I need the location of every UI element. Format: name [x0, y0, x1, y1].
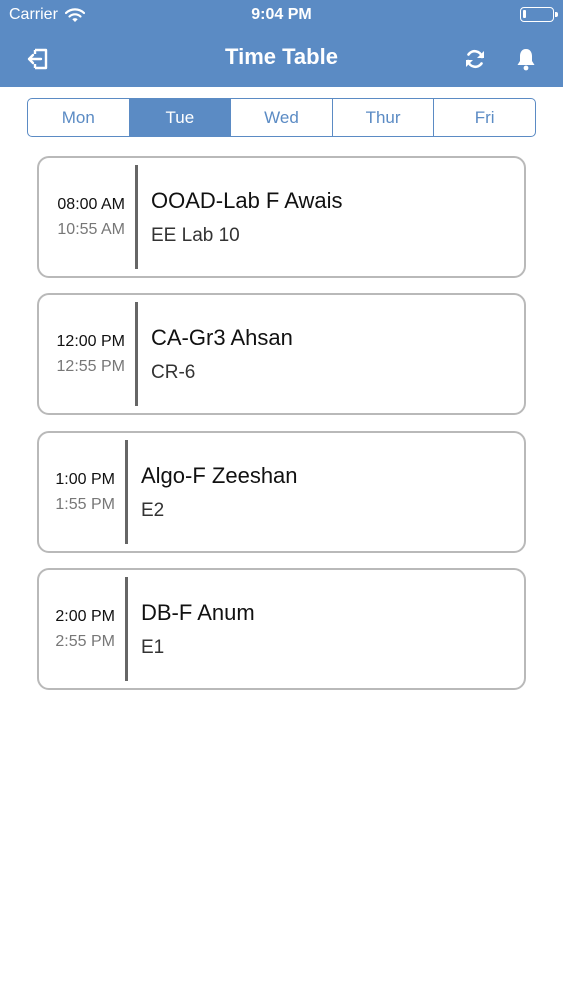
class-time-range: 12:00 PM 12:55 PM: [39, 295, 125, 413]
day-tab-thur[interactable]: Thur: [333, 99, 435, 136]
class-card[interactable]: 08:00 AM 10:55 AM OOAD-Lab F Awais EE La…: [37, 156, 526, 278]
notifications-button[interactable]: [511, 44, 541, 74]
refresh-icon: [466, 49, 484, 69]
day-tab-mon[interactable]: Mon: [28, 99, 130, 136]
class-end-time: 1:55 PM: [55, 495, 115, 513]
class-room: CR-6: [151, 362, 196, 383]
class-start-time: 12:00 PM: [56, 332, 125, 350]
card-divider: [135, 302, 138, 406]
class-room: E1: [141, 637, 165, 658]
class-card[interactable]: 12:00 PM 12:55 PM CA-Gr3 Ahsan CR-6: [37, 293, 526, 415]
bell-icon: [517, 49, 535, 71]
class-course-name: CA-Gr3 Ahsan: [151, 325, 293, 350]
class-course-name: DB-F Anum: [141, 600, 255, 625]
card-divider: [125, 440, 128, 544]
class-card[interactable]: 2:00 PM 2:55 PM DB-F Anum E1: [37, 568, 526, 690]
day-tab-fri[interactable]: Fri: [434, 99, 535, 136]
status-time: 9:04 PM: [251, 6, 312, 23]
day-tab-tue[interactable]: Tue: [129, 99, 232, 136]
status-bar: Carrier 9:04 PM: [0, 0, 563, 30]
class-start-time: 2:00 PM: [55, 607, 115, 625]
class-time-range: 2:00 PM 2:55 PM: [39, 570, 115, 688]
class-card[interactable]: 1:00 PM 1:55 PM Algo-F Zeeshan E2: [37, 431, 526, 553]
app-header: Carrier 9:04 PM Time Table: [0, 0, 563, 87]
class-info: CA-Gr3 Ahsan CR-6: [151, 325, 293, 384]
class-end-time: 2:55 PM: [55, 632, 115, 650]
class-time-range: 1:00 PM 1:55 PM: [39, 433, 115, 551]
class-course-name: OOAD-Lab F Awais: [151, 188, 343, 213]
day-selector: Mon Tue Wed Thur Fri: [27, 98, 536, 137]
class-time-range: 08:00 AM 10:55 AM: [39, 158, 125, 276]
nav-bar: Time Table: [0, 30, 563, 87]
class-end-time: 12:55 PM: [56, 357, 125, 375]
card-divider: [135, 165, 138, 269]
refresh-button[interactable]: [460, 44, 490, 74]
class-room: EE Lab 10: [151, 225, 240, 246]
card-divider: [125, 577, 128, 681]
class-course-name: Algo-F Zeeshan: [141, 463, 298, 488]
class-room: E2: [141, 500, 165, 521]
battery-level: [523, 10, 526, 18]
class-start-time: 08:00 AM: [57, 195, 125, 213]
class-start-time: 1:00 PM: [55, 470, 115, 488]
battery-icon: [520, 7, 558, 22]
class-info: OOAD-Lab F Awais EE Lab 10: [151, 188, 343, 247]
day-tab-wed[interactable]: Wed: [231, 99, 333, 136]
class-info: Algo-F Zeeshan E2: [141, 463, 298, 522]
class-end-time: 10:55 AM: [57, 220, 125, 238]
class-info: DB-F Anum E1: [141, 600, 255, 659]
